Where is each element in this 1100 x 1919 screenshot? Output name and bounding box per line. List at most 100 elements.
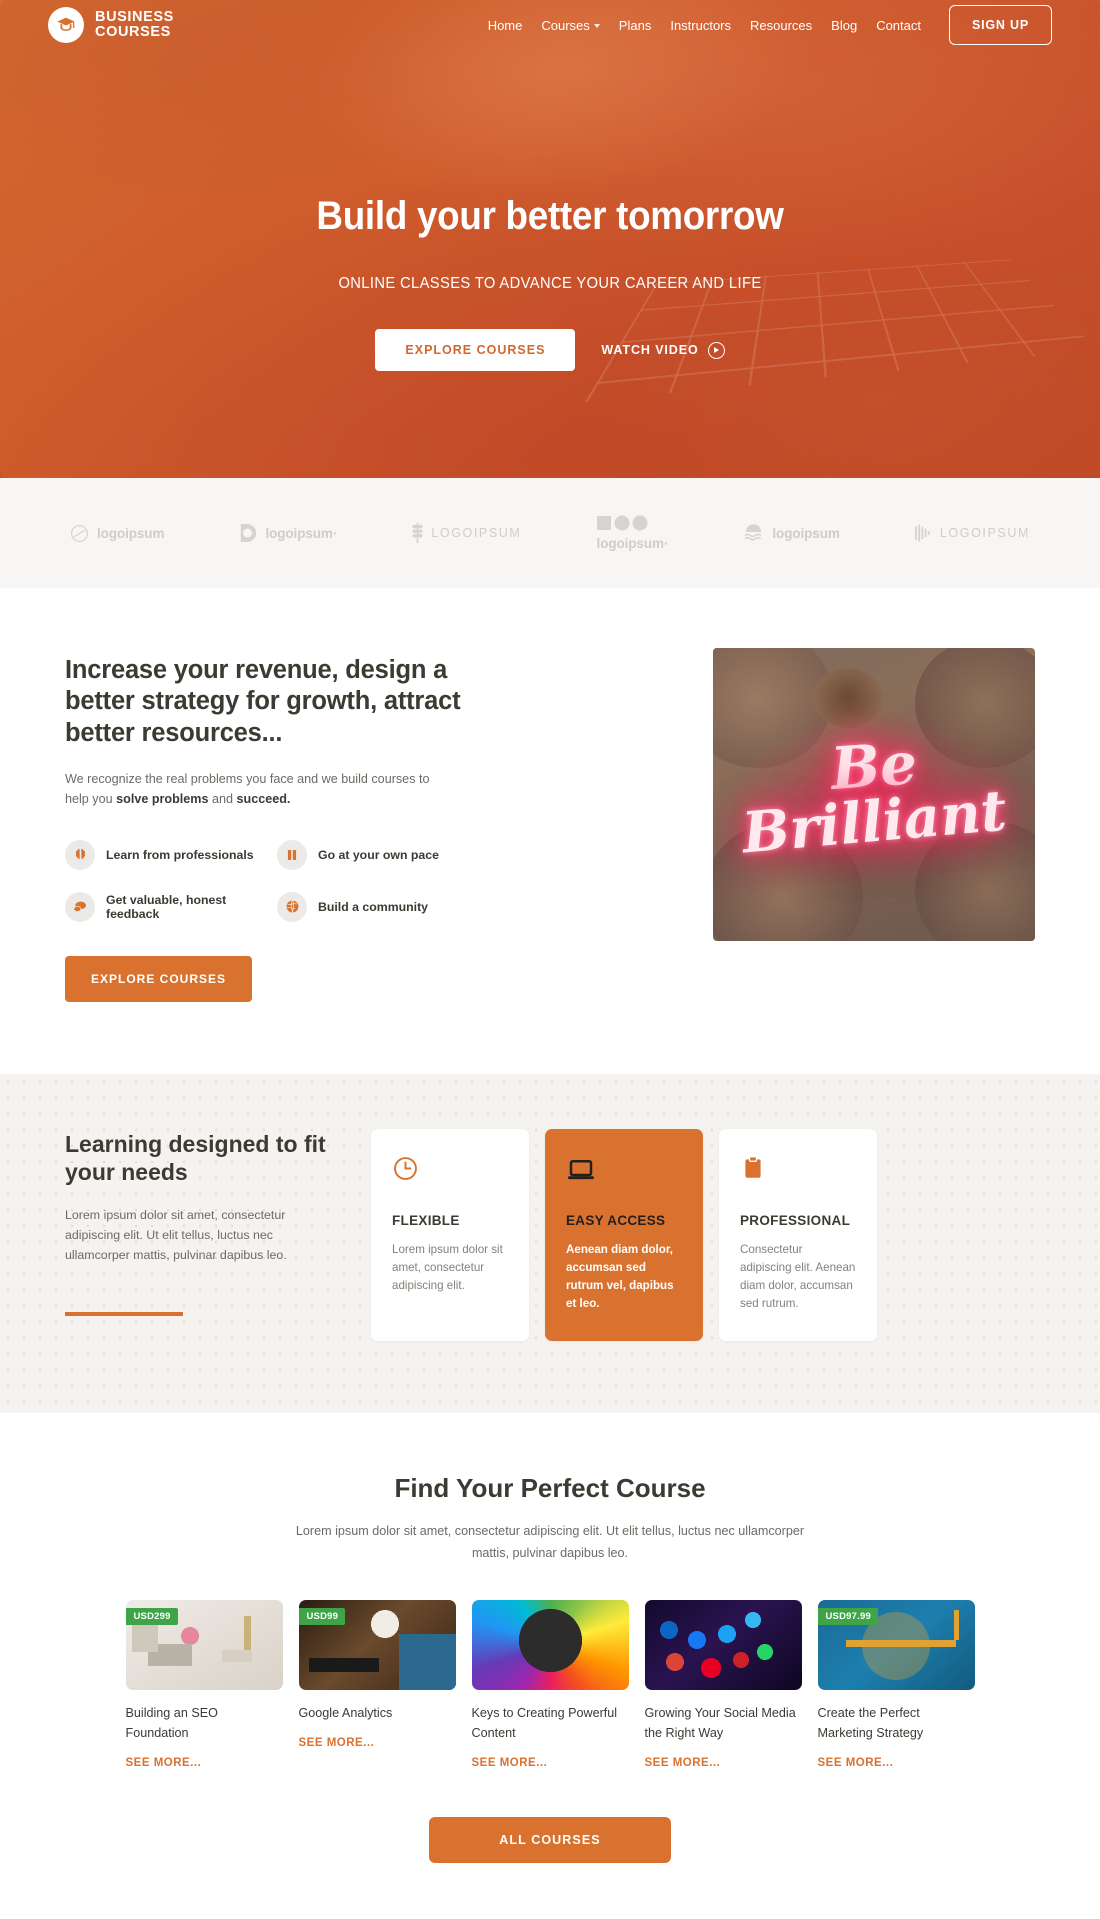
nav-item-instructors[interactable]: Instructors	[670, 18, 731, 33]
neon-line-2: Brilliant	[739, 778, 1009, 867]
learning-card-professional[interactable]: PROFESSIONAL Consectetur adipiscing elit…	[719, 1128, 877, 1342]
course-card[interactable]: Keys to Creating Powerful Content SEE MO…	[471, 1600, 629, 1769]
course-card[interactable]: Growing Your Social Media the Right Way …	[644, 1600, 802, 1769]
partner-logo-2: logoipsum·	[239, 523, 337, 543]
half-moon-icon	[241, 524, 257, 542]
partner-logo-label: LOGOIPSUM	[939, 526, 1030, 540]
benefit-label: Go at your own pace	[318, 847, 439, 862]
learning-card-easy-access[interactable]: EASY ACCESS Aenean diam dolor, accumsan …	[545, 1128, 703, 1342]
logo-line-2: COURSES	[95, 24, 171, 40]
learning-section: Learning designed to fit your needs Lore…	[0, 1073, 1100, 1414]
nav-item-home[interactable]: Home	[488, 18, 523, 33]
see-more-link[interactable]: SEE MORE...	[645, 1757, 802, 1769]
watch-video-label: WATCH VIDEO	[601, 343, 699, 357]
nav-label: Home	[487, 17, 523, 33]
course-thumbnail: USD299	[125, 1600, 283, 1691]
pause-icon	[277, 839, 307, 870]
course-card[interactable]: USD299 Building an SEO Foundation SEE MO…	[125, 1600, 283, 1769]
course-title: Google Analytics	[298, 1706, 393, 1721]
learning-paragraph: Lorem ipsum dolor sit amet, consectetur …	[65, 1207, 287, 1263]
partner-logo-label: logoipsum	[97, 525, 165, 541]
see-more-link[interactable]: SEE MORE...	[818, 1757, 975, 1769]
logo-line-1: BUSINESS	[95, 9, 174, 25]
revenue-paragraph-bold-1: solve problems	[116, 792, 209, 807]
revenue-title: Increase your revenue, design a better s…	[65, 656, 461, 747]
partner-logo-5: logoipsum	[743, 524, 840, 542]
revenue-section: Increase your revenue, design a better s…	[0, 588, 1100, 1074]
price-badge: USD97.99	[817, 1608, 878, 1626]
nav-label: Instructors	[670, 17, 732, 33]
explore-courses-button-hero[interactable]: EXPLORE COURSES	[375, 329, 576, 371]
course-grid: USD299 Building an SEO Foundation SEE MO…	[0, 1600, 1100, 1769]
learning-card-text: Lorem ipsum dolor sit amet, consectetur …	[392, 1242, 503, 1293]
explore-courses-button-revenue[interactable]: EXPLORE COURSES	[65, 955, 253, 1002]
site-logo[interactable]: BUSINESS COURSES	[48, 7, 174, 43]
clock-icon	[392, 1155, 508, 1195]
benefit-list: Learn from professionals Go at your own …	[65, 839, 465, 922]
chat-bubbles-icon	[65, 891, 95, 922]
be-brilliant-image: Be Brilliant	[713, 648, 1035, 941]
play-icon	[707, 341, 725, 359]
benefit-label: Learn from professionals	[106, 847, 254, 862]
neon-script-text: Be Brilliant	[713, 648, 1035, 941]
partner-logo-3: LOGOIPSUM	[412, 521, 521, 545]
partner-logo-label: LOGOIPSUM	[431, 526, 522, 540]
learning-card-title: PROFESSIONAL	[740, 1212, 851, 1228]
learning-card-flexible[interactable]: FLEXIBLE Lorem ipsum dolor sit amet, con…	[371, 1128, 529, 1342]
learning-card-text: Consectetur adipiscing elit. Aenean diam…	[740, 1242, 856, 1311]
revenue-image-column: Be Brilliant	[505, 648, 1035, 1002]
course-title: Create the Perfect Marketing Strategy	[817, 1706, 924, 1740]
price-badge: USD99	[298, 1608, 346, 1626]
partner-logo-6: LOGOIPSUM	[914, 523, 1030, 543]
learning-divider	[65, 1312, 183, 1317]
course-title: Growing Your Social Media the Right Way	[644, 1706, 796, 1740]
partner-logo-label: logoipsum·	[596, 536, 669, 551]
partner-logo-4: logoipsum·	[596, 515, 669, 551]
laptop-icon	[566, 1155, 682, 1195]
see-more-link[interactable]: SEE MORE...	[472, 1757, 629, 1769]
partner-logo-label: logoipsum·	[265, 525, 338, 541]
watch-video-link[interactable]: WATCH VIDEO	[601, 341, 725, 359]
nav-label: Courses	[541, 17, 590, 33]
benefit-label: Build a community	[318, 899, 428, 914]
circle-swirl-icon	[70, 524, 89, 542]
thumbnail-art	[644, 1600, 802, 1691]
see-more-link[interactable]: SEE MORE...	[299, 1737, 456, 1749]
course-thumbnail	[471, 1600, 629, 1691]
learning-text-column: Learning designed to fit your needs Lore…	[65, 1126, 327, 1341]
learning-card-title: EASY ACCESS	[566, 1212, 666, 1228]
nav-label: Contact	[876, 17, 921, 33]
main-navigation: BUSINESS COURSES Home Courses Plans Inst…	[0, 0, 1100, 50]
course-card[interactable]: USD97.99 Create the Perfect Marketing St…	[817, 1600, 975, 1769]
revenue-paragraph-mid: and	[208, 792, 237, 807]
all-courses-button[interactable]: ALL COURSES	[429, 1816, 671, 1863]
wheat-icon	[412, 522, 423, 544]
nav-item-courses[interactable]: Courses	[541, 17, 600, 33]
course-thumbnail: USD97.99	[817, 1600, 975, 1691]
course-thumbnail: USD99	[298, 1600, 456, 1691]
learning-cards: FLEXIBLE Lorem ipsum dolor sit amet, con…	[371, 1126, 1035, 1342]
learning-card-text: Aenean diam dolor, accumsan sed rutrum v…	[566, 1242, 674, 1311]
nav-item-contact[interactable]: Contact	[876, 18, 921, 33]
all-courses-wrap: ALL COURSES	[0, 1769, 1100, 1919]
revenue-text-column: Increase your revenue, design a better s…	[65, 648, 465, 1002]
course-card[interactable]: USD99 Google Analytics SEE MORE...	[298, 1600, 456, 1768]
courses-header: Find Your Perfect Course Lorem ipsum dol…	[0, 1473, 1100, 1564]
clipboard-icon	[740, 1155, 856, 1195]
learning-card-title: FLEXIBLE	[392, 1212, 460, 1228]
landing-page: BUSINESS COURSES Home Courses Plans Inst…	[0, 0, 1100, 1919]
hero-section: BUSINESS COURSES Home Courses Plans Inst…	[0, 0, 1100, 478]
bars-icon	[914, 524, 930, 542]
nav-links: Home Courses Plans Instructors Resources…	[488, 18, 921, 33]
nav-label: Resources	[750, 17, 813, 33]
nav-label: Blog	[831, 17, 858, 33]
hero-title: Build your better tomorrow	[316, 194, 784, 238]
nav-item-blog[interactable]: Blog	[831, 18, 857, 33]
benefit-item-community: Build a community	[277, 891, 465, 922]
logo-wordmark: BUSINESS COURSES	[95, 10, 174, 40]
see-more-link[interactable]: SEE MORE...	[126, 1757, 283, 1769]
nav-item-plans[interactable]: Plans	[619, 18, 652, 33]
sign-up-button[interactable]: SIGN UP	[949, 5, 1052, 45]
benefit-item-feedback: Get valuable, honest feedback	[65, 891, 277, 922]
nav-item-resources[interactable]: Resources	[750, 18, 812, 33]
